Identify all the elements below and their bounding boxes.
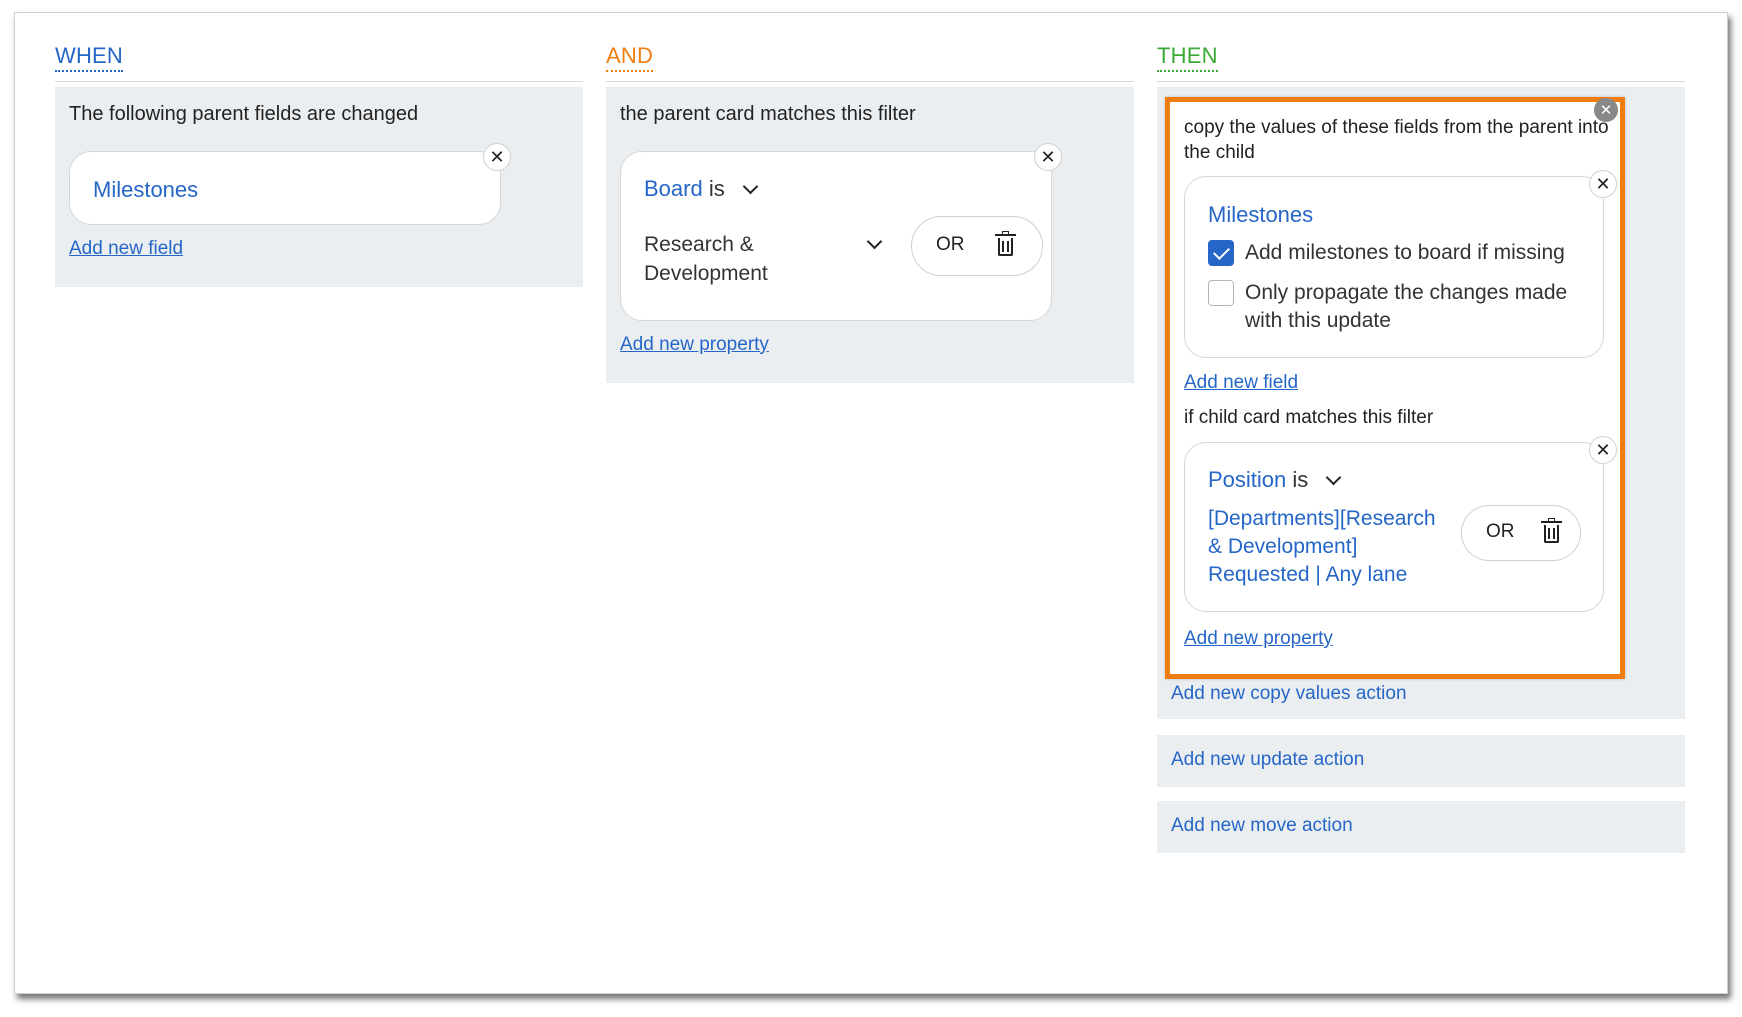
then-header: THEN xyxy=(1157,13,1685,82)
and-panel: the parent card matches this filter Boar… xyxy=(606,87,1134,383)
chevron-down-icon xyxy=(1326,469,1342,486)
trash-icon[interactable] xyxy=(1541,518,1562,543)
when-panel-title: The following parent fields are changed xyxy=(69,103,419,125)
add-new-property-link[interactable]: Add new property xyxy=(1184,628,1333,650)
when-panel: The following parent fields are changed … xyxy=(55,87,583,287)
copy-title: copy the values of these fields from the… xyxy=(1184,117,1609,163)
or-button[interactable]: OR xyxy=(1486,521,1515,543)
close-icon[interactable]: ✕ xyxy=(1589,436,1617,464)
property-selector[interactable]: Position is xyxy=(1208,467,1342,493)
value-line-1: Research & xyxy=(644,233,754,256)
chevron-down-icon xyxy=(742,178,759,195)
and-title: AND xyxy=(606,43,654,72)
or-button[interactable]: OR xyxy=(936,234,965,256)
add-milestones-label: Add milestones to board if missing xyxy=(1245,241,1565,264)
add-update-action-bar: Add new update action xyxy=(1157,735,1685,787)
position-value[interactable]: [Departments][Research & Development] Re… xyxy=(1208,505,1453,589)
operator-label: is xyxy=(1292,467,1309,492)
close-icon[interactable]: ✕ xyxy=(483,143,511,171)
then-title: THEN xyxy=(1157,43,1218,72)
propagate-changes-checkbox[interactable] xyxy=(1208,280,1234,306)
close-icon[interactable]: ✕ xyxy=(1589,170,1617,198)
and-header: AND xyxy=(606,13,1134,82)
operator-label: is xyxy=(708,176,725,201)
value-selector[interactable]: Research & Development xyxy=(644,230,904,288)
add-new-field-link[interactable]: Add new field xyxy=(69,238,183,260)
copy-values-action-box: ✕ copy the values of these fields from t… xyxy=(1165,97,1625,679)
when-field-card: Milestones xyxy=(69,151,501,225)
automation-rule-editor: WHEN The following parent fields are cha… xyxy=(14,12,1728,994)
and-column: AND the parent card matches this filter … xyxy=(606,13,1134,383)
add-new-field-link[interactable]: Add new field xyxy=(1184,372,1298,394)
propagate-changes-label: Only propagate the changes made with thi… xyxy=(1245,281,1568,332)
add-milestones-checkbox[interactable] xyxy=(1208,240,1234,266)
add-copy-values-action-link[interactable]: Add new copy values action xyxy=(1171,683,1407,705)
property-selector[interactable]: Board is xyxy=(644,176,759,202)
add-update-action-link[interactable]: Add new update action xyxy=(1171,749,1364,771)
and-panel-title: the parent card matches this filter xyxy=(620,103,916,125)
when-field-milestones[interactable]: Milestones xyxy=(93,177,198,203)
copy-field-card: Milestones Add milestones to board if mi… xyxy=(1184,176,1604,358)
add-move-action-link[interactable]: Add new move action xyxy=(1171,815,1353,837)
child-filter-title: if child card matches this filter xyxy=(1184,407,1434,428)
trash-icon[interactable] xyxy=(995,231,1016,256)
then-field-milestones[interactable]: Milestones xyxy=(1208,202,1313,228)
value-line-2: Development xyxy=(644,262,768,285)
close-icon[interactable]: ✕ xyxy=(1034,143,1062,171)
child-filter-card: Position is [Departments][Research & Dev… xyxy=(1184,442,1604,612)
add-new-property-link[interactable]: Add new property xyxy=(620,334,769,356)
property-name: Position xyxy=(1208,467,1287,492)
and-filter-card: Board is Research & Development OR xyxy=(620,151,1052,321)
or-trash-pill: OR xyxy=(1461,505,1581,561)
when-title: WHEN xyxy=(55,43,124,72)
when-header: WHEN xyxy=(55,13,583,82)
then-column: THEN ✕ copy the values of these fields f… xyxy=(1157,13,1685,853)
property-name: Board xyxy=(644,176,703,201)
or-trash-pill: OR xyxy=(911,216,1043,276)
when-column: WHEN The following parent fields are cha… xyxy=(55,13,583,287)
add-move-action-bar: Add new move action xyxy=(1157,801,1685,853)
